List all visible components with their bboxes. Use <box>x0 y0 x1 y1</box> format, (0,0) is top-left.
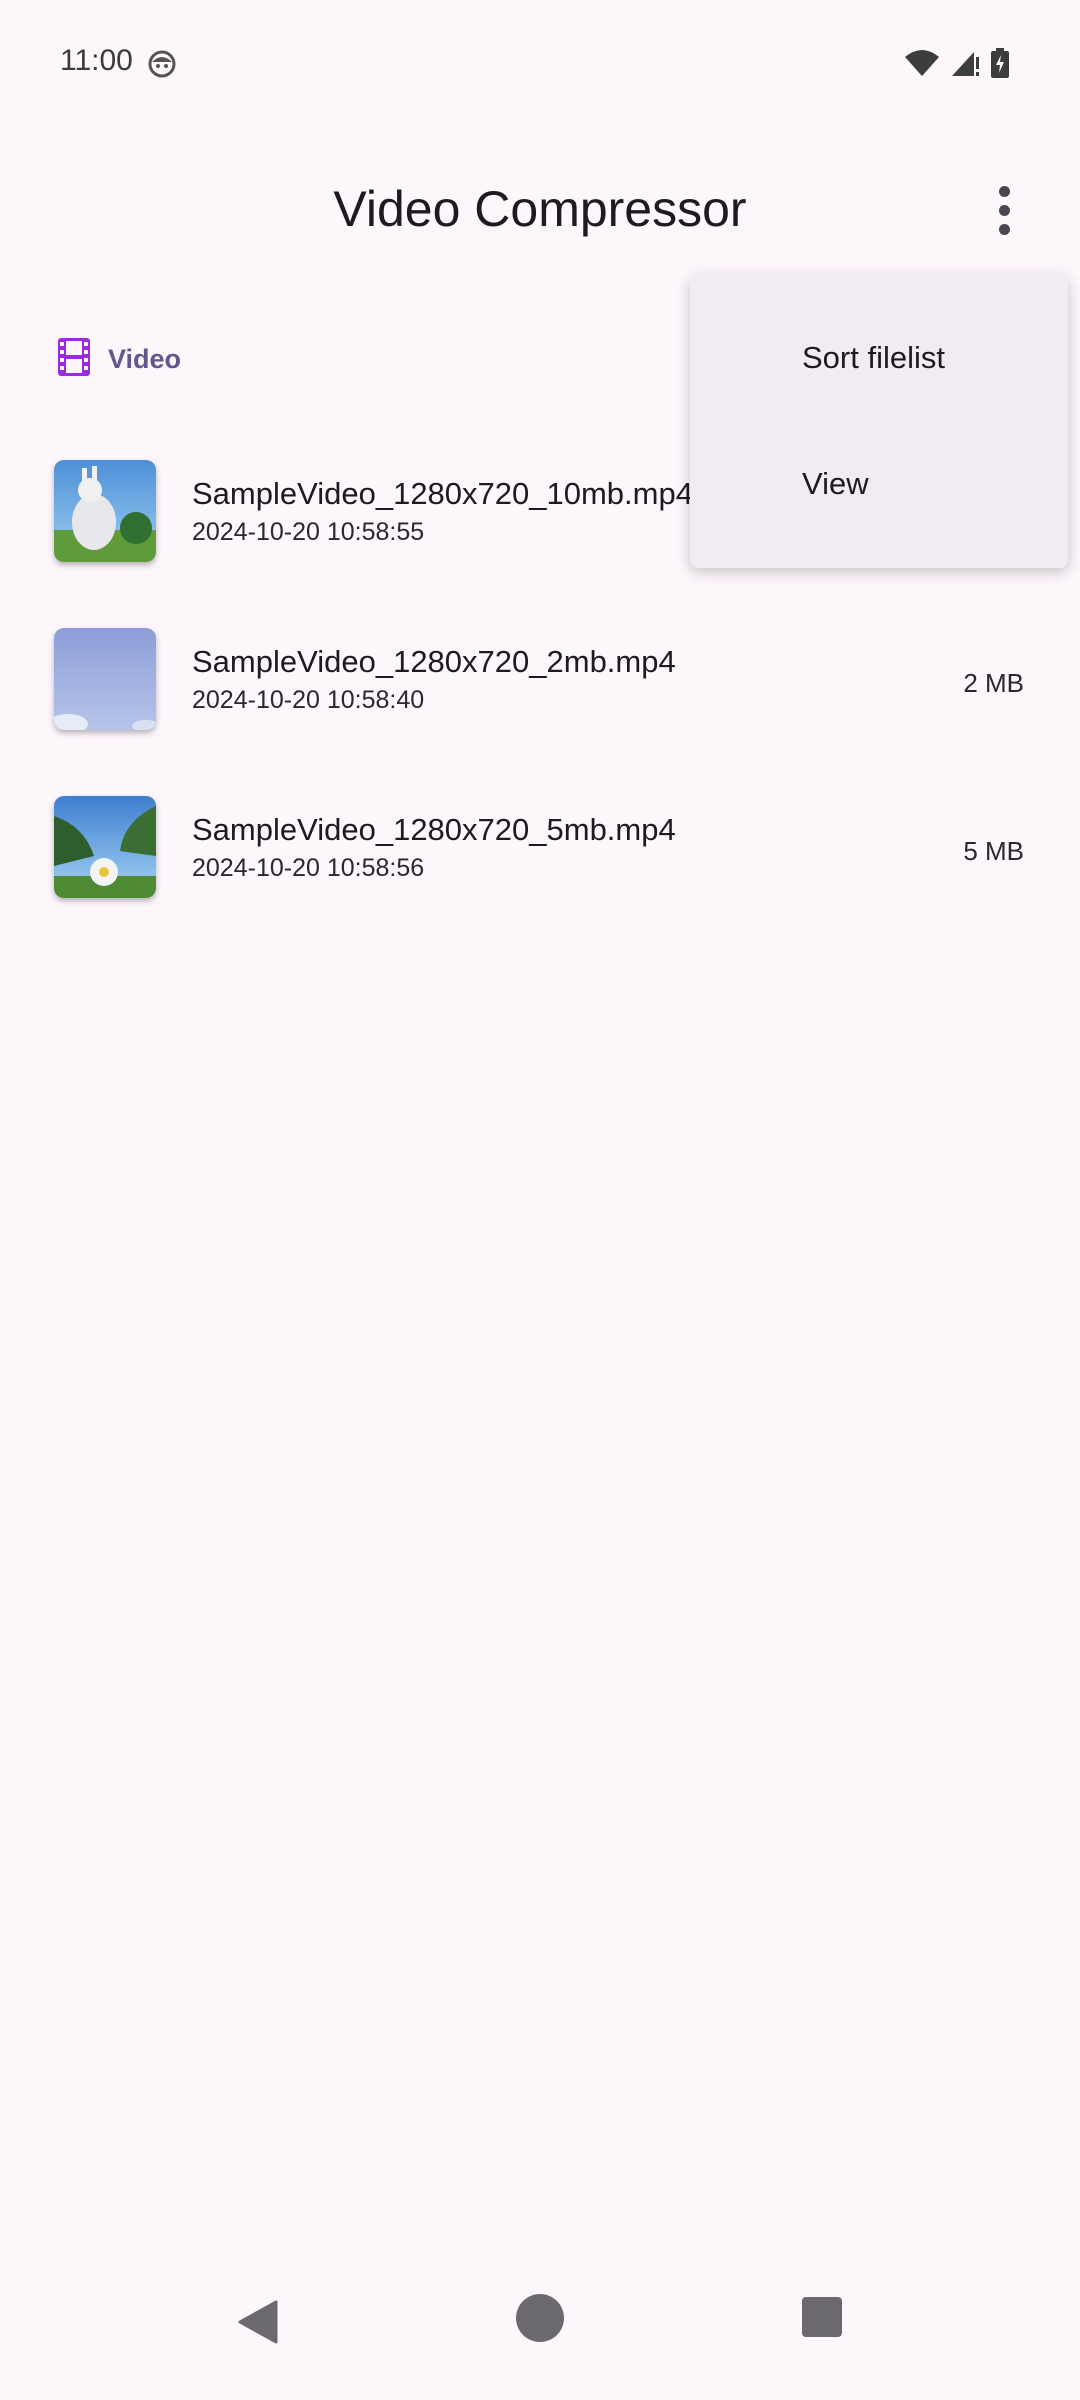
cell-signal-icon <box>950 49 980 82</box>
wifi-icon <box>904 49 940 82</box>
list-item[interactable]: SampleVideo_1280x720_2mb.mp4 2024-10-20 … <box>0 618 1080 786</box>
video-thumbnail <box>54 796 156 898</box>
nav-bar <box>0 2280 1080 2400</box>
tab-video[interactable]: Video <box>58 338 181 381</box>
file-name: SampleVideo_1280x720_2mb.mp4 <box>192 644 676 679</box>
home-circle-icon[interactable] <box>516 2294 564 2342</box>
status-icons <box>904 48 1010 83</box>
file-date: 2024-10-20 10:58:40 <box>192 686 425 714</box>
screen: 11:00 Video Compressor Video SampleVideo… <box>0 0 1080 2400</box>
notification-face-icon <box>148 50 176 78</box>
video-thumbnail <box>54 628 156 730</box>
file-date: 2024-10-20 10:58:55 <box>192 518 425 546</box>
overflow-menu: Sort filelist View <box>690 274 1068 568</box>
menu-item-sort-filelist[interactable]: Sort filelist <box>802 340 945 376</box>
menu-item-view[interactable]: View <box>802 466 869 502</box>
file-size: 5 MB <box>963 836 1024 866</box>
status-time: 11:00 <box>60 44 133 77</box>
back-triangle-icon[interactable] <box>236 2300 278 2349</box>
app-title: Video Compressor <box>333 181 747 237</box>
tab-video-label: Video <box>108 344 182 374</box>
file-name: SampleVideo_1280x720_10mb.mp4 <box>192 476 693 511</box>
battery-charging-icon <box>990 48 1010 83</box>
file-size: 2 MB <box>963 668 1024 698</box>
list-item[interactable]: SampleVideo_1280x720_5mb.mp4 2024-10-20 … <box>0 786 1080 954</box>
film-icon <box>58 338 90 381</box>
app-bar: Video Compressor <box>0 150 1080 270</box>
recents-square-icon[interactable] <box>802 2297 842 2337</box>
file-date: 2024-10-20 10:58:56 <box>192 854 425 882</box>
video-thumbnail <box>54 460 156 562</box>
more-vert-icon[interactable] <box>972 178 1036 242</box>
file-name: SampleVideo_1280x720_5mb.mp4 <box>192 812 676 847</box>
status-bar: 11:00 <box>0 0 1080 120</box>
